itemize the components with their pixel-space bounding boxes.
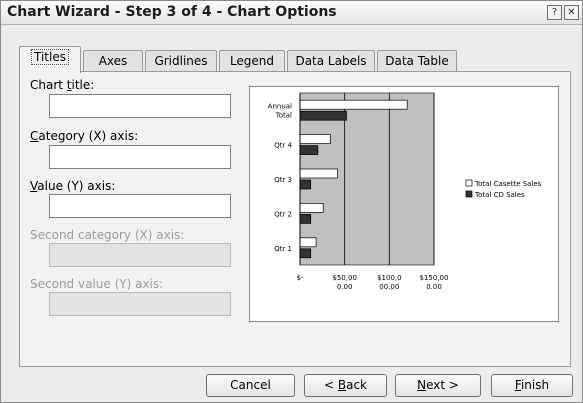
chart-title-input[interactable] bbox=[49, 94, 231, 118]
y-tick-label: Qtr 2 bbox=[274, 210, 292, 218]
legend-swatch bbox=[465, 179, 473, 187]
y-tick-label: Qtr 4 bbox=[274, 142, 292, 150]
y-tick-label: Qtr 1 bbox=[274, 245, 292, 253]
category-axis-input[interactable] bbox=[49, 145, 231, 169]
bar bbox=[299, 134, 331, 144]
help-button[interactable]: ? bbox=[547, 5, 562, 20]
bar bbox=[299, 145, 319, 155]
legend-label: Total Casette Sales bbox=[474, 180, 542, 188]
cancel-button[interactable]: Cancel bbox=[206, 374, 295, 397]
back-button[interactable]: < Back bbox=[304, 374, 387, 397]
value-axis-input[interactable] bbox=[49, 194, 231, 218]
tab-data-table[interactable]: Data Table bbox=[377, 50, 457, 72]
chart-wizard-dialog: Chart Wizard - Step 3 of 4 - Chart Optio… bbox=[0, 0, 583, 403]
y-tick-label: Qtr 3 bbox=[274, 176, 292, 184]
close-icon: ✕ bbox=[567, 7, 576, 18]
tab-legend[interactable]: Legend bbox=[219, 50, 285, 72]
help-icon: ? bbox=[551, 7, 558, 18]
chart-preview-canvas: $- $50,00 0.00 $100,0 00.00 $150,00 0.00 Qtr 1 Q… bbox=[268, 92, 558, 291]
second-category-axis-label: Second category (X) axis: bbox=[30, 228, 185, 242]
x-tick-label: $150,00 0.00 bbox=[420, 274, 449, 291]
chart-title-label: Chart title: bbox=[30, 78, 95, 92]
y-tick-label: Annual Total bbox=[268, 103, 292, 120]
x-tick-label: $100,0 00.00 bbox=[377, 274, 402, 291]
legend-label: Total CD Sales bbox=[474, 191, 525, 199]
bar bbox=[299, 168, 338, 179]
finish-button[interactable]: Finish bbox=[491, 374, 573, 397]
next-button[interactable]: Next > bbox=[395, 374, 481, 397]
bar bbox=[299, 203, 324, 213]
second-value-axis-label: Second value (Y) axis: bbox=[30, 277, 164, 291]
bar bbox=[299, 179, 312, 190]
chart-preview: $- $50,00 0.00 $100,0 00.00 $150,00 0.00 Qtr 1 Q… bbox=[249, 86, 559, 322]
bar bbox=[299, 237, 317, 248]
x-tick-label: $50,00 0.00 bbox=[332, 274, 357, 291]
second-category-axis-input bbox=[49, 243, 231, 267]
bar bbox=[299, 248, 312, 259]
tab-axes[interactable]: Axes bbox=[83, 50, 143, 72]
tab-gridlines[interactable]: Gridlines bbox=[145, 50, 217, 72]
bar bbox=[299, 110, 347, 121]
close-button[interactable]: ✕ bbox=[564, 5, 579, 20]
legend-swatch bbox=[465, 190, 473, 198]
x-tick-label: $- bbox=[297, 274, 304, 282]
dialog-title: Chart Wizard - Step 3 of 4 - Chart Optio… bbox=[7, 4, 337, 20]
second-value-axis-input bbox=[49, 292, 231, 316]
tab-titles[interactable]: Titles bbox=[19, 46, 81, 73]
category-axis-label: Category (X) axis: bbox=[30, 129, 139, 143]
title-bar[interactable]: Chart Wizard - Step 3 of 4 - Chart Optio… bbox=[1, 1, 582, 25]
bar bbox=[299, 99, 408, 110]
tab-data-labels[interactable]: Data Labels bbox=[287, 50, 375, 72]
value-axis-label: Value (Y) axis: bbox=[30, 179, 116, 193]
bar bbox=[299, 214, 312, 224]
